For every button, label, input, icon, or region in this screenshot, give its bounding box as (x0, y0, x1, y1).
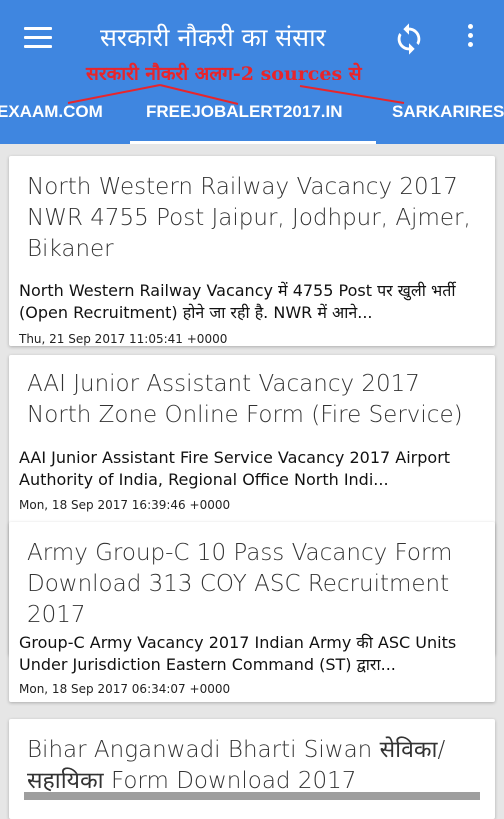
refresh-icon[interactable] (392, 22, 426, 56)
article-card[interactable]: Army Group-C 10 Pass Vacancy Form Downlo… (9, 522, 495, 702)
article-card[interactable]: North Western Railway Vacancy 2017 NWR 4… (9, 156, 495, 346)
article-card[interactable]: Bihar Anganwadi Bharti Siwan सेविका/सहाय… (9, 719, 495, 819)
article-date: Mon, 18 Sep 2017 16:39:46 +0000 (19, 498, 231, 512)
article-description: North Western Railway Vacancy में 4755 P… (19, 281, 456, 322)
app-bar: सरकारी नौकरी का संसार सरकारी नौकरी अलग-2… (0, 0, 504, 85)
menu-icon[interactable] (24, 27, 52, 49)
article-title: Bihar Anganwadi Bharti Siwan सेविका/सहाय… (27, 737, 446, 794)
bottom-ad-strip (24, 792, 480, 800)
source-tabs: EXAAM.COM FREEJOBALERT2017.IN SARKARIRES (0, 80, 504, 144)
more-vert-icon[interactable] (464, 24, 476, 54)
tab-freejobalert[interactable]: FREEJOBALERT2017.IN (146, 102, 343, 122)
tab-sarkariresult[interactable]: SARKARIRES (392, 102, 504, 122)
article-title: North Western Railway Vacancy 2017 NWR 4… (27, 174, 471, 262)
tab-exaam[interactable]: EXAAM.COM (0, 102, 103, 122)
article-description: AAI Junior Assistant Fire Service Vacanc… (19, 448, 451, 489)
article-title: AAI Junior Assistant Vacancy 2017 North … (27, 371, 463, 428)
app-title: सरकारी नौकरी का संसार (100, 23, 326, 52)
article-date: Thu, 21 Sep 2017 11:05:41 +0000 (19, 332, 228, 346)
article-description: Group-C Army Vacancy 2017 Indian Army की… (19, 633, 457, 674)
article-date: Mon, 18 Sep 2017 06:34:07 +0000 (19, 682, 231, 696)
article-title: Army Group-C 10 Pass Vacancy Form Downlo… (27, 540, 453, 628)
tab-indicator (130, 141, 376, 144)
